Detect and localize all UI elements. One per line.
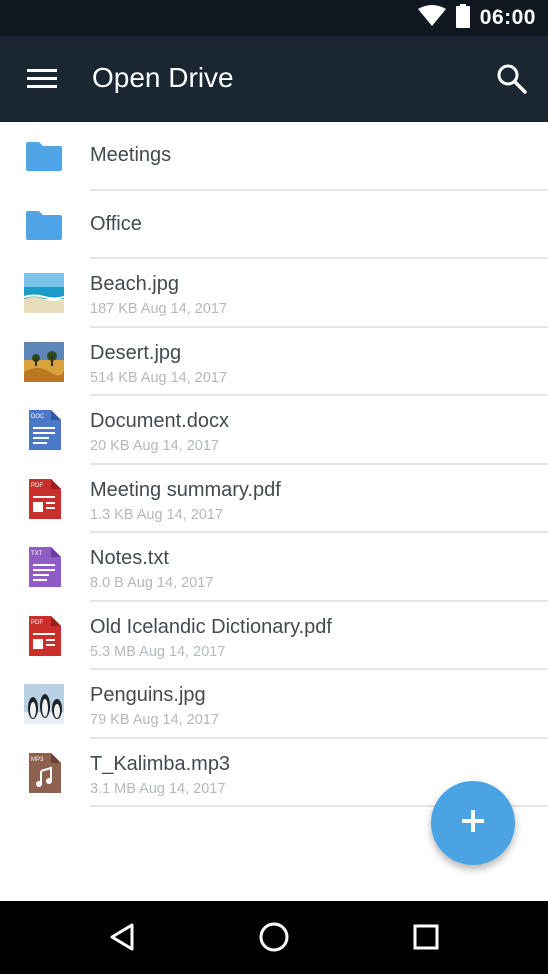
file-badge: PDF	[31, 483, 43, 489]
file-badge: TXT	[31, 551, 43, 557]
list-item[interactable]: PDF Old Icelandic Dictionary.pdf 5.3 MB …	[0, 602, 548, 670]
battery-icon	[455, 3, 470, 33]
list-item[interactable]: TXT Notes.txt 8.0 B Aug 14, 2017	[0, 533, 548, 602]
file-badge: DOC	[31, 414, 45, 420]
file-name: Document.docx	[90, 410, 229, 432]
doc-file-icon: DOC	[24, 410, 64, 451]
file-name: Office	[90, 212, 142, 235]
beach-image-thumbnail	[24, 273, 64, 314]
menu-icon[interactable]	[26, 64, 58, 94]
list-item[interactable]: Office	[0, 191, 548, 259]
file-name: Meeting summary.pdf	[90, 478, 281, 501]
file-meta: 187 KB Aug 14, 2017	[90, 301, 228, 317]
list-item[interactable]: PDF Meeting summary.pdf 1.3 KB Aug 14, 2…	[0, 465, 548, 533]
file-meta: 514 KB Aug 14, 2017	[90, 369, 228, 386]
navigation-bar	[0, 901, 548, 974]
search-icon[interactable]	[496, 63, 528, 95]
penguins-image-thumbnail	[24, 684, 64, 725]
file-meta: 5.3 MB Aug 14, 2017	[90, 643, 226, 660]
list-item[interactable]: Desert.jpg 514 KB Aug 14, 2017	[0, 328, 548, 396]
file-name: Penguins.jpg	[90, 684, 206, 706]
file-meta: 79 KB Aug 14, 2017	[90, 712, 219, 728]
add-button[interactable]	[431, 781, 515, 865]
list-item[interactable]: Beach.jpg 187 KB Aug 14, 2017	[0, 259, 548, 328]
folder-icon	[24, 205, 64, 245]
file-meta: 3.1 MB Aug 14, 2017	[90, 780, 226, 797]
file-name: Notes.txt	[90, 547, 169, 569]
file-meta: 8.0 B Aug 14, 2017	[90, 575, 214, 591]
wifi-icon	[417, 4, 446, 32]
list-item[interactable]: DOC Document.docx 20 KB Aug 14, 2017	[0, 396, 548, 465]
file-badge: MP3	[31, 757, 44, 763]
file-list: Meetings Office Beach.jpg 187 KB Aug 14,…	[0, 122, 548, 807]
file-name: T_Kalimba.mp3	[90, 752, 231, 775]
file-meta: 20 KB Aug 14, 2017	[90, 438, 219, 454]
app-bar: Open Drive	[0, 36, 548, 122]
recents-icon[interactable]	[408, 919, 444, 955]
list-item[interactable]: Penguins.jpg 79 KB Aug 14, 2017	[0, 670, 548, 739]
status-time: 06:00	[479, 6, 536, 29]
file-badge: PDF	[31, 620, 43, 626]
file-meta: 1.3 KB Aug 14, 2017	[90, 506, 224, 523]
pdf-file-icon: PDF	[24, 615, 64, 656]
pdf-file-icon: PDF	[24, 478, 64, 519]
list-item[interactable]: Meetings	[0, 122, 548, 191]
desert-image-thumbnail	[24, 341, 64, 382]
add-icon	[461, 809, 485, 838]
file-name: Beach.jpg	[90, 273, 179, 295]
status-icons: 06:00	[417, 0, 536, 36]
file-name: Old Icelandic Dictionary.pdf	[90, 615, 332, 638]
file-name: Meetings	[90, 144, 172, 166]
status-bar: 06:00	[0, 0, 548, 36]
back-icon[interactable]	[104, 919, 140, 955]
file-name: Desert.jpg	[90, 341, 182, 364]
mp3-file-icon: MP3	[24, 752, 64, 793]
folder-icon	[24, 136, 64, 176]
txt-file-icon: TXT	[24, 547, 64, 588]
home-icon[interactable]	[256, 919, 292, 955]
page-title: Open Drive	[92, 62, 234, 93]
